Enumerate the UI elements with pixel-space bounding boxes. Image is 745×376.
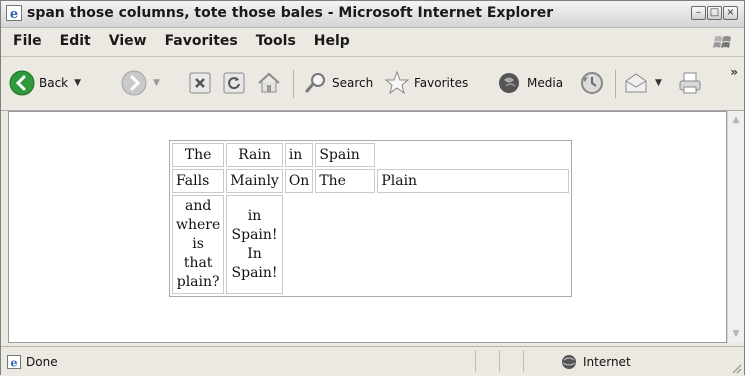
- resize-grip-icon[interactable]: [730, 362, 742, 374]
- print-button[interactable]: [677, 70, 703, 96]
- status-pane: [475, 350, 499, 372]
- toolbar-separator: [293, 70, 294, 98]
- back-button[interactable]: Back ▼: [9, 70, 81, 96]
- forward-arrow-icon: [121, 70, 147, 96]
- search-icon: [305, 73, 325, 93]
- status-pane: [499, 350, 523, 372]
- table-cell: The: [172, 143, 225, 167]
- span-demo-table: The Rain in Spain Falls Mainly On The Pl…: [169, 140, 573, 297]
- status-pane: [523, 350, 547, 372]
- browser-window: e span those columns, tote those bales -…: [0, 0, 745, 376]
- forward-button[interactable]: ▼: [121, 70, 160, 96]
- globe-icon: [562, 355, 576, 369]
- toolbar-overflow-button[interactable]: »: [730, 65, 738, 79]
- minimize-icon: –: [696, 7, 701, 18]
- print-icon: [679, 72, 701, 94]
- toolbar: Back ▼ ▼ Search Favorites Media ▼ »: [1, 57, 744, 111]
- favorites-star-icon: [384, 70, 410, 95]
- svg-text:e: e: [10, 7, 18, 21]
- svg-text:e: e: [11, 357, 18, 370]
- home-button[interactable]: [256, 70, 282, 96]
- title-bar[interactable]: e span those columns, tote those bales -…: [1, 1, 744, 28]
- menu-bar: File Edit View Favorites Tools Help: [1, 28, 744, 57]
- minimize-button[interactable]: –: [691, 6, 706, 20]
- mail-button[interactable]: ▼: [623, 70, 662, 96]
- maximize-button[interactable]: □: [707, 6, 722, 20]
- table-cell: Falls: [172, 169, 225, 193]
- close-icon: ×: [726, 7, 735, 18]
- menu-view[interactable]: View: [100, 33, 156, 49]
- table-row: Falls Mainly On The Plain: [172, 169, 570, 193]
- refresh-button[interactable]: [222, 71, 246, 95]
- table-cell: in Spain! In Spain!: [226, 195, 283, 294]
- table-cell: On: [284, 169, 314, 193]
- mail-icon: [625, 73, 647, 93]
- back-label: Back: [39, 76, 69, 90]
- scroll-down-arrow-icon[interactable]: ▼: [730, 328, 742, 340]
- status-bar: e Done Internet: [1, 346, 744, 376]
- search-label: Search: [332, 76, 374, 90]
- status-panes: [475, 350, 547, 372]
- media-icon: [499, 73, 519, 93]
- scroll-up-arrow-icon[interactable]: ▲: [730, 114, 742, 126]
- page-icon: e: [7, 355, 21, 370]
- table-cell: Spain: [315, 143, 376, 167]
- menu-favorites[interactable]: Favorites: [156, 33, 247, 49]
- windows-flag-icon: [713, 36, 731, 48]
- window-controls: – □ ×: [691, 6, 738, 20]
- stop-button[interactable]: [188, 71, 212, 95]
- table-cell: in: [284, 143, 314, 167]
- home-icon: [258, 72, 280, 93]
- table-cell: Rain: [226, 143, 283, 167]
- close-button[interactable]: ×: [723, 6, 738, 20]
- refresh-icon: [223, 72, 245, 94]
- window-title: span those columns, tote those bales - M…: [27, 5, 554, 21]
- status-text: Done: [26, 355, 58, 369]
- table-cell: Plain: [377, 169, 570, 193]
- back-dropdown-icon[interactable]: ▼: [74, 78, 81, 88]
- menu-help[interactable]: Help: [305, 33, 359, 49]
- history-icon: [581, 72, 603, 94]
- history-button[interactable]: [579, 70, 605, 96]
- media-label: Media: [527, 76, 564, 90]
- zone-label: Internet: [583, 355, 631, 369]
- menu-edit[interactable]: Edit: [51, 33, 100, 49]
- vertical-scrollbar[interactable]: ▲ ▼: [727, 111, 744, 343]
- table-row: The Rain in Spain: [172, 143, 569, 167]
- favorites-button[interactable]: Favorites: [384, 70, 468, 96]
- maximize-icon: □: [709, 7, 720, 18]
- stop-icon: [189, 72, 211, 94]
- table-cell: The: [315, 169, 376, 193]
- table-empty-cell: [285, 195, 570, 294]
- menu-tools[interactable]: Tools: [247, 33, 305, 49]
- menu-file[interactable]: File: [4, 33, 51, 49]
- toolbar-separator: [615, 70, 616, 98]
- mail-dropdown-icon[interactable]: ▼: [655, 78, 662, 88]
- table-cell: Mainly: [226, 169, 283, 193]
- page-viewport: The Rain in Spain Falls Mainly On The Pl…: [8, 111, 727, 343]
- search-button[interactable]: Search: [304, 71, 373, 95]
- table-empty-cell: [377, 143, 569, 167]
- security-zone[interactable]: Internet: [561, 354, 631, 370]
- back-arrow-icon: [9, 70, 35, 96]
- favorites-label: Favorites: [414, 76, 469, 90]
- ie-logo-icon: e: [6, 5, 22, 21]
- media-button[interactable]: Media: [497, 70, 563, 96]
- table-cell: and where is that plain?: [172, 195, 225, 294]
- table-row: and where is that plain? in Spain! In Sp…: [172, 195, 569, 294]
- forward-dropdown-icon[interactable]: ▼: [153, 78, 160, 88]
